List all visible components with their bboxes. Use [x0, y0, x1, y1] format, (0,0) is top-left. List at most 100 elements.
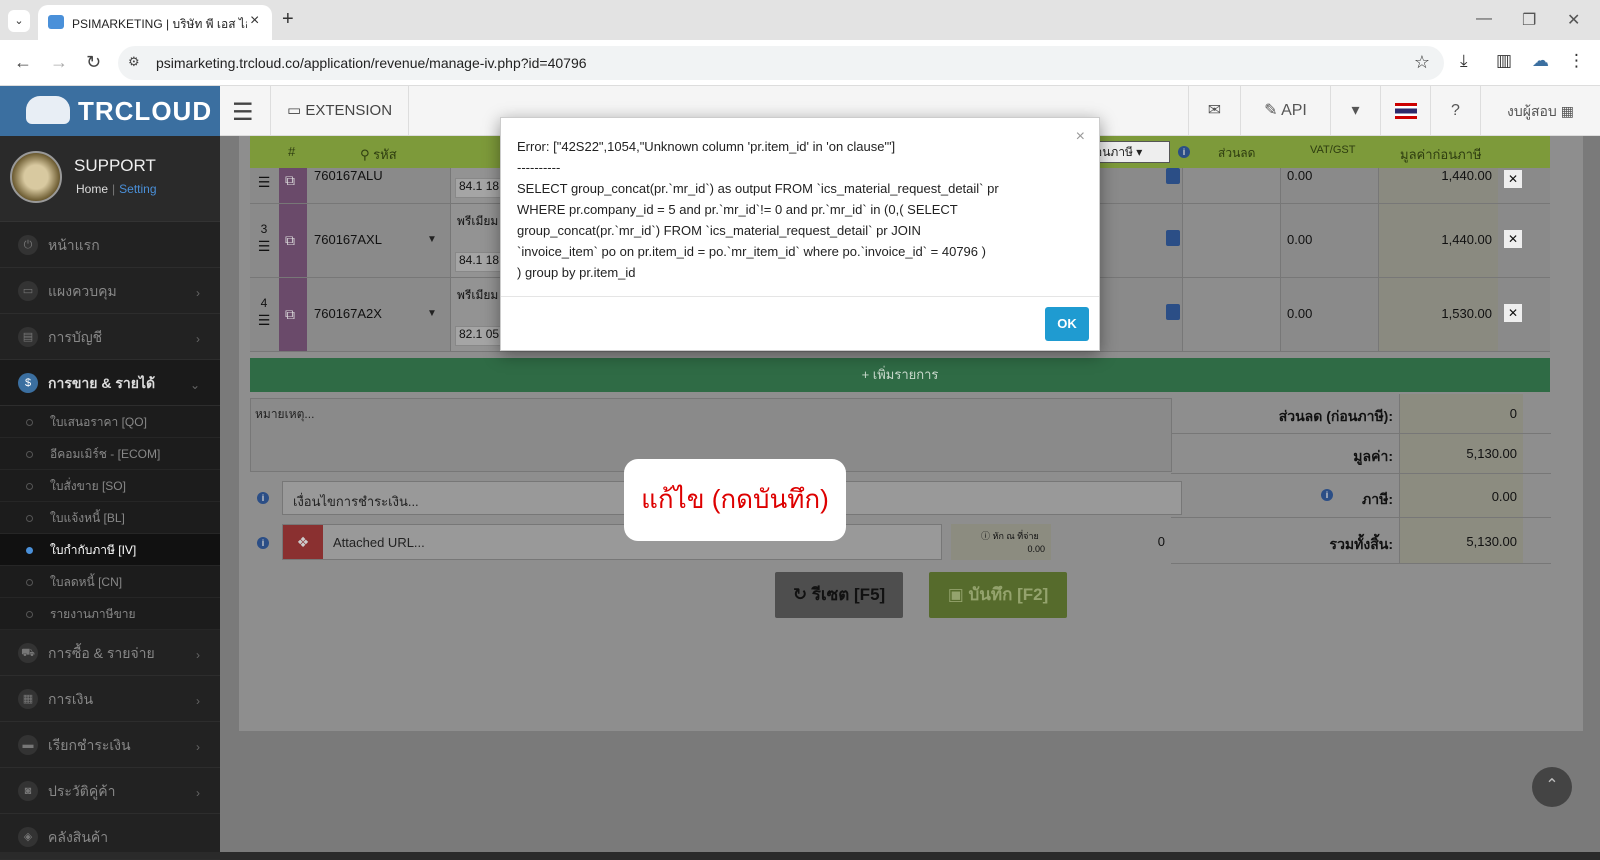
sidebar-item-label: การบัญชี	[48, 329, 103, 345]
menu-kebab-icon[interactable]: ⋮	[1568, 51, 1585, 71]
calculator-icon[interactable]	[1166, 304, 1180, 320]
reset-button[interactable]: ↻ รีเซต [F5]	[775, 572, 903, 618]
sidebar-item-label: เรียกชำระเงิน	[48, 737, 131, 753]
url-omnibox[interactable]: ⚙ psimarketing.trcloud.co/application/re…	[118, 46, 1444, 80]
tab-search-icon[interactable]: ⌄	[8, 10, 30, 32]
sidebar-sub-tax-report[interactable]: รายงานภาษีขาย	[0, 598, 220, 630]
sidebar-item-contacts[interactable]: ◙ ประวัติคู่ค้า ›	[0, 768, 220, 814]
sidebar-sub-iv[interactable]: ใบกำกับภาษี [IV]	[0, 534, 220, 566]
row-handle[interactable]: 3 ☰	[250, 204, 278, 277]
drag-handle-icon[interactable]: ☰	[250, 238, 278, 255]
api-label: API	[1281, 102, 1307, 119]
delete-row-icon[interactable]: ✕	[1504, 230, 1522, 248]
minimize-icon[interactable]: —	[1476, 10, 1492, 28]
sidebar-item-finance[interactable]: ▦ การเงิน ›	[0, 676, 220, 722]
sidebar-sub-bl[interactable]: ใบแจ้งหนี้ [BL]	[0, 502, 220, 534]
row-handle[interactable]: ☰	[250, 168, 278, 203]
dollar-icon: $	[18, 373, 38, 393]
help-icon[interactable]: ?	[1430, 86, 1480, 136]
sidebar-item-accounting[interactable]: ▤ การบัญชี ›	[0, 314, 220, 360]
browser-tab[interactable]: PSIMARKETING | บริษัท พี เอส ไอ ×	[38, 5, 272, 40]
info-icon[interactable]: i	[257, 537, 269, 549]
row-copy[interactable]: ⧉	[279, 204, 307, 277]
sidebar-item-inventory[interactable]: ◈ คลังสินค้า	[0, 814, 220, 860]
extension-cloud-icon[interactable]: ☁	[1532, 51, 1549, 71]
save-button[interactable]: ▣ บันทึก [F2]	[929, 572, 1067, 618]
copy-icon[interactable]: ⧉	[285, 306, 295, 323]
delete-row-icon[interactable]: ✕	[1504, 170, 1522, 188]
calculator-icon[interactable]	[1166, 230, 1180, 246]
sidebar-item-billing[interactable]: ▬ เรียกชำระเงิน ›	[0, 722, 220, 768]
sidebar-sub-ecom[interactable]: อีคอมเมิร์ช - [ECOM]	[0, 438, 220, 470]
hamburger-icon[interactable]: ☰	[232, 98, 254, 127]
api-button[interactable]: ✎ API	[1240, 86, 1330, 136]
home-link[interactable]: Home	[76, 182, 108, 196]
mail-icon[interactable]: ✉	[1188, 86, 1240, 136]
ok-button[interactable]: OK	[1045, 307, 1089, 341]
tab-close-icon[interactable]: ×	[250, 12, 259, 30]
forward-icon[interactable]: →	[50, 52, 68, 73]
summary-discount-box[interactable]	[1399, 394, 1523, 433]
row-copy[interactable]: ⧉	[279, 278, 307, 351]
row-discount[interactable]	[1182, 168, 1280, 203]
sidebar-sub-so[interactable]: ใบสั่งขาย [SO]	[0, 470, 220, 502]
row-discount[interactable]	[1182, 204, 1280, 277]
copy-icon[interactable]: ⧉	[285, 232, 295, 249]
summary-total-row: รวมทั้งสิ้น: 5,130.00	[1171, 518, 1551, 564]
drag-handle-icon[interactable]: ☰	[250, 312, 278, 329]
row-copy[interactable]: ⧉	[279, 168, 307, 203]
vat-type-select[interactable]: อนภาษี ▾	[1090, 141, 1170, 163]
info-icon[interactable]: i	[1321, 489, 1333, 501]
dropbox-icon[interactable]: ❖	[283, 525, 323, 559]
thai-flag-icon[interactable]	[1380, 86, 1430, 136]
copy-icon[interactable]: ⧉	[285, 172, 295, 189]
close-window-icon[interactable]: ✕	[1567, 10, 1580, 30]
chevron-right-icon: ›	[196, 786, 200, 800]
row-discount[interactable]	[1182, 278, 1280, 351]
row-code[interactable]: 760167ALU	[314, 168, 383, 183]
add-item-button[interactable]: + เพิ่มรายการ	[250, 358, 1550, 392]
sidebar-item-purchase[interactable]: ⛟ การซื้อ & รายจ่าย ›	[0, 630, 220, 676]
dialog-line: SELECT group_concat(pr.`mr_id`) as outpu…	[517, 181, 999, 196]
setting-link[interactable]: Setting	[119, 182, 156, 196]
back-icon[interactable]: ←	[14, 52, 32, 73]
delete-row-icon[interactable]: ✕	[1504, 304, 1522, 322]
info-icon[interactable]: i	[257, 492, 269, 504]
sidebar-item-sales[interactable]: $ การขาย & รายได้ ⌄	[0, 360, 220, 406]
user-menu[interactable]: งบผู้สอบ ▦	[1480, 86, 1600, 136]
sub-label: ใบแจ้งหนี้ [BL]	[50, 511, 125, 525]
new-tab-icon[interactable]: +	[282, 8, 294, 31]
info-icon[interactable]: i	[1178, 146, 1190, 158]
sidebar-item-dashboard[interactable]: ▭ แผงควบคุม ›	[0, 268, 220, 314]
calculator-icon[interactable]	[1166, 168, 1180, 184]
extension-button[interactable]: ▭ EXTENSION	[270, 86, 410, 136]
row-desc-text[interactable]: พรีเมียม	[457, 286, 498, 305]
browser-tabbar: ⌄ PSIMARKETING | บริษัท พี เอส ไอ × + — …	[0, 0, 1600, 40]
row-code[interactable]: 760167AXL	[314, 232, 382, 247]
wht-amount-input[interactable]: 0	[1051, 524, 1171, 560]
url-text[interactable]: psimarketing.trcloud.co/application/reve…	[156, 55, 587, 71]
scroll-top-icon[interactable]: ⌃	[1532, 767, 1572, 807]
row-desc-text[interactable]: พรีเมียม	[457, 212, 498, 231]
sidebar-sub-qo[interactable]: ใบเสนอราคา [QO]	[0, 406, 220, 438]
site-info-icon[interactable]: ⚙	[128, 54, 140, 70]
brand-logo[interactable]: TRCLOUD	[0, 86, 220, 136]
sidepanel-icon[interactable]: ▥	[1496, 51, 1512, 71]
sidebar-item-home[interactable]: ⏻ หน้าแรก	[0, 222, 220, 268]
restore-icon[interactable]: ❐	[1522, 10, 1536, 30]
row-code[interactable]: 760167A2X	[314, 306, 382, 321]
drag-handle-icon[interactable]: ☰	[250, 174, 278, 191]
download-icon[interactable]: ⤓	[1460, 51, 1468, 71]
sidebar-sub-cn[interactable]: ใบลดหนี้ [CN]	[0, 566, 220, 598]
row-handle[interactable]: 4 ☰	[250, 278, 278, 351]
sub-label: ใบสั่งขาย [SO]	[50, 479, 126, 493]
reload-icon[interactable]: ↻	[86, 52, 101, 73]
caret-down-icon[interactable]: ▼	[427, 308, 437, 319]
profile-links: Home | Setting	[76, 182, 157, 196]
sidebar-item-label: ประวัติคู่ค้า	[48, 783, 116, 799]
caret-down-icon[interactable]: ▼	[427, 234, 437, 245]
annotation-callout: แก้ไข (กดบันทึก)	[624, 459, 846, 541]
summary-discount-value[interactable]: 0	[1510, 406, 1517, 421]
dropdown-caret-icon[interactable]: ▾	[1330, 86, 1380, 136]
bookmark-star-icon[interactable]: ☆	[1414, 52, 1430, 73]
